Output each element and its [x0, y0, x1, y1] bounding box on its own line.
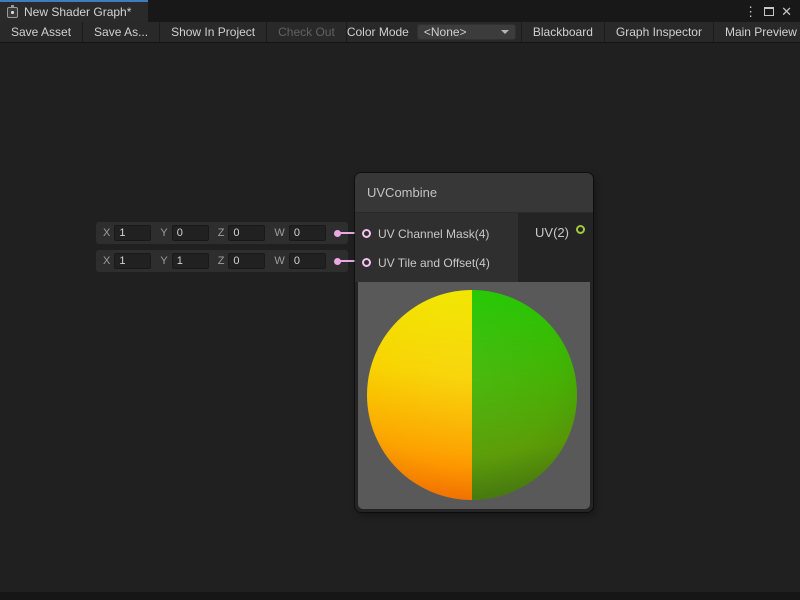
vector-z-label: Z — [218, 227, 225, 239]
vector-x-label: X — [103, 227, 110, 239]
vector-x-input[interactable] — [114, 225, 151, 241]
node-output-ports: UV(2) — [518, 213, 593, 282]
bottom-strip — [0, 592, 800, 600]
node-preview — [358, 282, 590, 509]
shader-graph-window: New Shader Graph* ⋮ ✕ Save Asset Save As… — [0, 0, 800, 600]
node-title: UVCombine — [367, 185, 437, 200]
toolbar-right-buttons: Blackboard Graph Inspector Main Preview — [521, 22, 800, 42]
save-asset-button[interactable]: Save Asset — [0, 22, 83, 42]
tab-new-shader-graph[interactable]: New Shader Graph* — [0, 0, 148, 22]
input-port-icon[interactable] — [362, 258, 371, 267]
graph-inspector-toggle-button[interactable]: Graph Inspector — [604, 22, 713, 42]
shader-graph-asset-icon — [7, 7, 18, 18]
vector-z-input[interactable] — [228, 253, 265, 269]
vector-x-input[interactable] — [114, 253, 151, 269]
node-uvcombine[interactable]: UVCombine UV Channel Mask(4) UV Tile and… — [355, 173, 593, 512]
input-port-row: UV Channel Mask(4) — [355, 219, 518, 248]
title-bar: New Shader Graph* ⋮ ✕ — [0, 0, 800, 22]
chevron-down-icon — [501, 30, 509, 34]
vector-y-label: Y — [160, 255, 167, 267]
tab-title: New Shader Graph* — [24, 5, 131, 19]
more-options-icon[interactable]: ⋮ — [744, 5, 757, 18]
blackboard-toggle-button[interactable]: Blackboard — [521, 22, 604, 42]
vector4-field-row-1: X Y Z W — [96, 222, 348, 244]
save-as-button[interactable]: Save As... — [83, 22, 160, 42]
color-mode-value: <None> — [424, 25, 501, 39]
input-port-label: UV Channel Mask(4) — [378, 227, 489, 241]
check-out-button: Check Out — [267, 22, 347, 42]
shader-preview-sphere — [367, 290, 577, 500]
vector-w-label: W — [274, 227, 284, 239]
toolbar: Save Asset Save As... Show In Project Ch… — [0, 22, 800, 43]
output-port-label: UV(2) — [535, 225, 569, 240]
color-mode-label: Color Mode — [347, 25, 409, 39]
output-port-icon[interactable] — [576, 225, 585, 234]
vector-w-input[interactable] — [289, 253, 326, 269]
node-input-ports: UV Channel Mask(4) UV Tile and Offset(4) — [355, 213, 518, 282]
node-header[interactable]: UVCombine — [355, 173, 593, 213]
vector-x-label: X — [103, 255, 110, 267]
vector4-field-row-2: X Y Z W — [96, 250, 348, 272]
input-port-label: UV Tile and Offset(4) — [378, 256, 490, 270]
show-in-project-button[interactable]: Show In Project — [160, 22, 267, 42]
vector-y-label: Y — [160, 227, 167, 239]
vector-z-label: Z — [218, 255, 225, 267]
input-port-row: UV Tile and Offset(4) — [355, 248, 518, 277]
input-port-icon[interactable] — [362, 229, 371, 238]
main-preview-toggle-button[interactable]: Main Preview — [713, 22, 800, 42]
graph-canvas[interactable]: X Y Z W X Y Z W UVCombine — [0, 43, 800, 592]
sphere-right-half — [472, 290, 577, 500]
vector-z-input[interactable] — [228, 225, 265, 241]
color-mode-dropdown[interactable]: <None> — [417, 24, 516, 40]
maximize-icon[interactable] — [764, 5, 774, 18]
color-mode-group: Color Mode <None> — [347, 22, 521, 42]
node-body: UV Channel Mask(4) UV Tile and Offset(4)… — [355, 213, 593, 282]
vector-y-input[interactable] — [172, 253, 209, 269]
vector-w-input[interactable] — [289, 225, 326, 241]
close-icon[interactable]: ✕ — [781, 5, 792, 18]
vector-w-label: W — [274, 255, 284, 267]
vector-y-input[interactable] — [172, 225, 209, 241]
sphere-left-half — [367, 290, 472, 500]
window-controls: ⋮ ✕ — [744, 0, 800, 22]
